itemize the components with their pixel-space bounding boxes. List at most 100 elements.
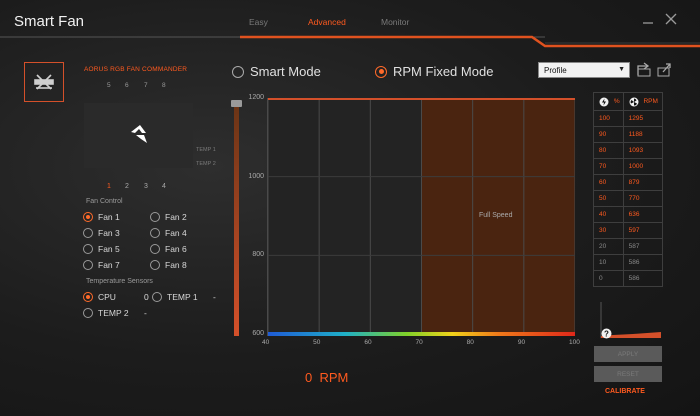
fan-8-radio[interactable]: Fan 8 xyxy=(150,260,187,270)
table-row[interactable]: 90 1188 xyxy=(593,126,664,143)
port-4[interactable]: 4 xyxy=(162,183,166,190)
table-row[interactable]: 70 1000 xyxy=(593,158,664,175)
x-tick-100: 100 xyxy=(569,339,580,346)
fan-7-radio[interactable]: Fan 7 xyxy=(83,260,120,270)
temp-sensors-label: Temperature Sensors xyxy=(86,278,153,285)
table-row[interactable]: 50 770 xyxy=(593,190,664,207)
smart-mode-radio[interactable]: Smart Mode xyxy=(232,64,321,79)
header-accent-line xyxy=(0,35,700,48)
rpm-table: % RPM 100 1295 90 1188 80 1093 70 1000 60 879 50 77… xyxy=(593,92,664,287)
y-tick-600: 600 xyxy=(252,330,264,337)
table-row[interactable]: 0 586 xyxy=(593,270,664,287)
x-tick-70: 70 xyxy=(415,339,423,346)
y-tick-1000: 1000 xyxy=(248,173,264,180)
radio-dot xyxy=(83,260,93,270)
preview-temp-1: TEMP 1 xyxy=(196,147,216,153)
rpm-header: RPM xyxy=(622,92,664,111)
help-icon[interactable]: ? xyxy=(601,326,612,344)
table-row[interactable]: 40 636 xyxy=(593,206,664,223)
fan-6-radio[interactable]: Fan 6 xyxy=(150,244,187,254)
cpu-sensor-label: CPU xyxy=(98,292,116,302)
temp-1-sensor-radio[interactable]: TEMP 1 xyxy=(152,292,198,302)
table-row[interactable]: 10 586 xyxy=(593,254,664,271)
pct-cell: 70 xyxy=(593,158,624,175)
fan-5-label: Fan 5 xyxy=(98,244,120,254)
export-icon[interactable] xyxy=(656,61,674,83)
port-7[interactable]: 7 xyxy=(144,82,148,89)
fan-5-radio[interactable]: Fan 5 xyxy=(83,244,120,254)
minimize-icon[interactable] xyxy=(642,12,654,28)
rpm-cell: 636 xyxy=(622,206,664,223)
reset-button[interactable]: RESET xyxy=(594,366,662,382)
x-tick-80: 80 xyxy=(466,339,474,346)
temp-2-sensor-radio[interactable]: TEMP 2 xyxy=(83,308,129,318)
pct-cell: 30 xyxy=(593,222,624,239)
temp-1-sensor-value: - xyxy=(213,292,216,302)
radio-dot xyxy=(83,244,93,254)
commander-title: AORUS RGB FAN COMMANDER xyxy=(84,66,188,73)
apply-button[interactable]: APPLY xyxy=(594,346,662,362)
lightning-icon xyxy=(599,97,609,106)
port-3[interactable]: 3 xyxy=(144,183,148,190)
x-tick-90: 90 xyxy=(517,339,526,346)
commander-preview xyxy=(84,103,193,168)
import-icon[interactable] xyxy=(635,61,653,83)
port-2[interactable]: 2 xyxy=(125,183,129,190)
rpm-slider-track[interactable] xyxy=(234,104,239,336)
port-5[interactable]: 5 xyxy=(107,82,111,89)
smart-mode-label: Smart Mode xyxy=(250,64,321,79)
pct-cell: 100 xyxy=(593,110,624,127)
y-tick-1200: 1200 xyxy=(248,94,264,101)
preview-temp-2: TEMP 2 xyxy=(196,161,216,167)
fan-1-radio[interactable]: Fan 1 xyxy=(83,212,120,222)
rpm-cell: 1000 xyxy=(622,158,664,175)
fan-curve-chart[interactable] xyxy=(267,97,576,336)
pct-cell: 80 xyxy=(593,142,624,159)
temp-2-sensor-label: TEMP 2 xyxy=(98,308,129,318)
radio-dot xyxy=(150,260,160,270)
fan-device-icon xyxy=(34,74,54,90)
rpm-fixed-mode-radio[interactable]: RPM Fixed Mode xyxy=(375,64,493,79)
profile-select-value: Profile xyxy=(544,66,567,75)
pct-header: % xyxy=(593,92,624,111)
close-icon[interactable] xyxy=(665,12,677,28)
cpu-sensor-radio[interactable]: CPU xyxy=(83,292,116,302)
port-6[interactable]: 6 xyxy=(125,82,129,89)
rpm-cell: 597 xyxy=(622,222,664,239)
rpm-cell: 586 xyxy=(622,270,664,287)
y-tick-800: 800 xyxy=(252,251,264,258)
rpm-cell: 1188 xyxy=(622,126,664,143)
radio-dot xyxy=(83,228,93,238)
fan-4-radio[interactable]: Fan 4 xyxy=(150,228,187,238)
fan-control-label: Fan Control xyxy=(86,198,123,205)
profile-select[interactable]: Profile ▼ xyxy=(538,62,630,78)
fan-3-radio[interactable]: Fan 3 xyxy=(83,228,120,238)
calibrate-button[interactable]: CALIBRATE xyxy=(605,388,645,395)
fan-curve-plot xyxy=(267,97,576,336)
pct-cell: 50 xyxy=(593,190,624,207)
fan-2-radio[interactable]: Fan 2 xyxy=(150,212,187,222)
table-row[interactable]: 100 1295 xyxy=(593,110,664,127)
port-8[interactable]: 8 xyxy=(162,82,166,89)
fan-2-label: Fan 2 xyxy=(165,212,187,222)
rpm-cell: 586 xyxy=(622,254,664,271)
table-row[interactable]: 80 1093 xyxy=(593,142,664,159)
table-row[interactable]: 30 597 xyxy=(593,222,664,239)
fan-4-label: Fan 4 xyxy=(165,228,187,238)
radio-dot xyxy=(375,65,387,78)
fan-3-label: Fan 3 xyxy=(98,228,120,238)
rpm-slider-thumb[interactable] xyxy=(231,100,242,107)
port-1[interactable]: 1 xyxy=(107,183,111,190)
table-row[interactable]: 20 587 xyxy=(593,238,664,255)
rpm-cell: 770 xyxy=(622,190,664,207)
pct-cell: 0 xyxy=(593,270,624,287)
pct-cell: 60 xyxy=(593,174,624,191)
rpm-cell: 1093 xyxy=(622,142,664,159)
svg-text:?: ? xyxy=(604,330,609,339)
fan-8-label: Fan 8 xyxy=(165,260,187,270)
full-speed-label: Full Speed xyxy=(479,212,513,219)
table-row[interactable]: 60 879 xyxy=(593,174,664,191)
device-icon-button[interactable] xyxy=(24,62,64,102)
chevron-down-icon: ▼ xyxy=(618,66,625,73)
pct-cell: 90 xyxy=(593,126,624,143)
